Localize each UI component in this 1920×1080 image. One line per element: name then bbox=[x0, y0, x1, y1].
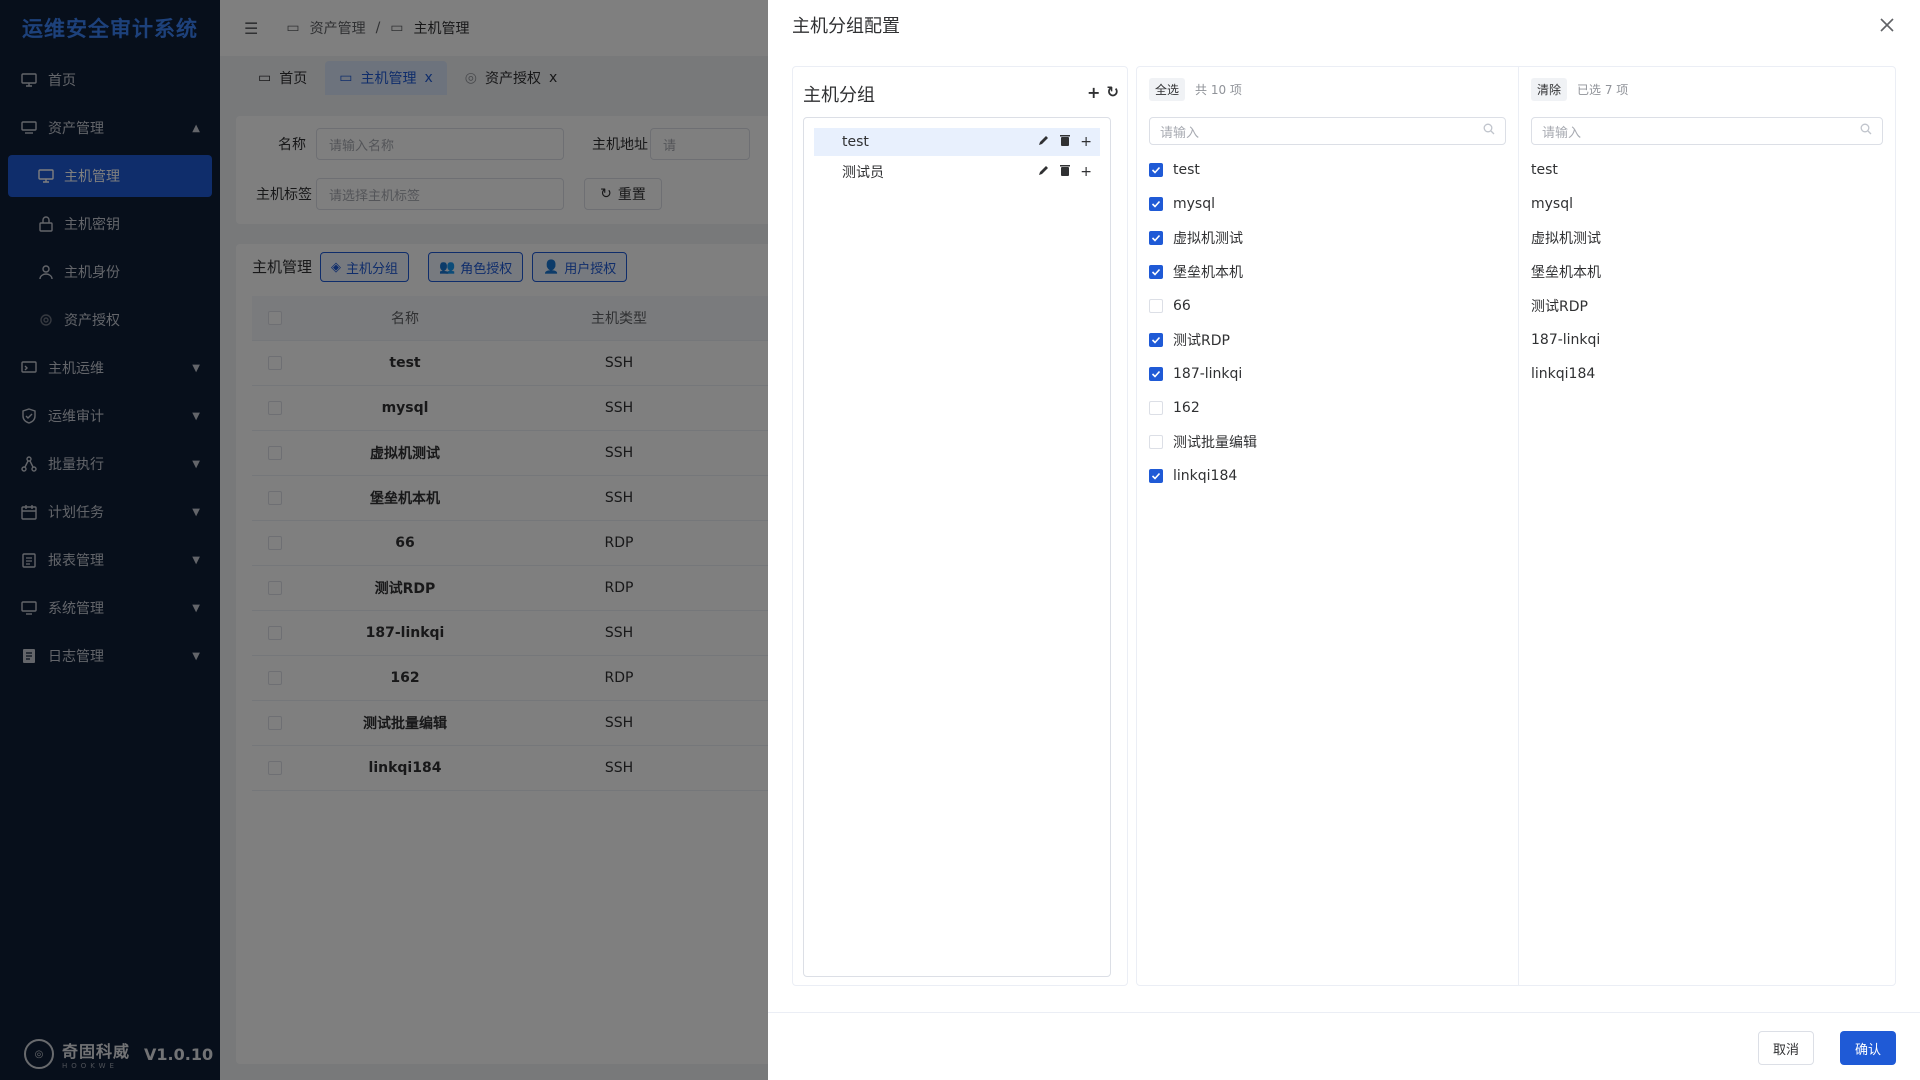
source-list-item[interactable]: 测试批量编辑 bbox=[1137, 425, 1518, 459]
clear-button[interactable]: 清除 bbox=[1531, 77, 1568, 101]
drawer-body: 主机分组 + ↻ test + 测试员 + 全选 共 10 项 请输入 test… bbox=[792, 66, 1896, 986]
target-list-item[interactable]: mysql bbox=[1519, 187, 1895, 221]
group-panel-title: 主机分组 bbox=[803, 85, 875, 106]
target-list-item[interactable]: 虚拟机测试 bbox=[1519, 221, 1895, 255]
add-child-icon[interactable]: + bbox=[1080, 164, 1092, 180]
group-tools: + ↻ bbox=[1087, 83, 1119, 102]
transfer-source: 全选 共 10 项 请输入 test mysql 虚拟机测试堡垒机本机 66 测试RDP… bbox=[1137, 67, 1519, 985]
source-list-item[interactable]: 162 bbox=[1137, 391, 1518, 425]
item-label: 测试RDP bbox=[1531, 299, 1588, 315]
edit-icon[interactable] bbox=[1038, 164, 1050, 180]
checkbox-checked[interactable] bbox=[1149, 333, 1163, 347]
checkbox-unchecked[interactable] bbox=[1149, 435, 1163, 449]
search-icon bbox=[1860, 123, 1872, 139]
source-list-item[interactable]: mysql bbox=[1137, 187, 1518, 221]
item-label: 测试RDP bbox=[1173, 333, 1230, 349]
drawer-title: 主机分组配置 bbox=[792, 16, 900, 37]
item-label: mysql bbox=[1531, 196, 1573, 212]
close-icon[interactable] bbox=[1878, 16, 1896, 34]
tree-node-actions: + bbox=[1038, 164, 1092, 180]
confirm-button[interactable]: 确认 bbox=[1840, 1031, 1896, 1065]
drawer-footer: 取消 确认 bbox=[768, 1012, 1920, 1080]
transfer-source-header: 全选 共 10 项 bbox=[1137, 67, 1518, 111]
source-list-item[interactable]: linkqi184 bbox=[1137, 459, 1518, 493]
host-group-drawer: 主机分组配置 主机分组 + ↻ test + 测试员 + 全选 共 10 项 请… bbox=[768, 0, 1920, 1080]
item-label: test bbox=[1173, 162, 1200, 178]
target-list-item[interactable]: 187-linkqi bbox=[1519, 323, 1895, 357]
target-list-item[interactable]: test bbox=[1519, 153, 1895, 187]
checkbox-checked[interactable] bbox=[1149, 265, 1163, 279]
item-label: 162 bbox=[1173, 400, 1200, 416]
item-label: 66 bbox=[1173, 298, 1191, 314]
source-list-item[interactable]: test bbox=[1137, 153, 1518, 187]
add-child-icon[interactable]: + bbox=[1080, 134, 1092, 150]
source-list: test mysql 虚拟机测试堡垒机本机 66 测试RDP 187-linkqi 162 测… bbox=[1137, 153, 1518, 493]
delete-icon[interactable] bbox=[1060, 164, 1071, 180]
item-label: 虚拟机测试 bbox=[1173, 231, 1243, 247]
target-list: test mysql 虚拟机测试堡垒机本机测试RDP 187-linkqi linkqi… bbox=[1519, 153, 1895, 391]
search-placeholder: 请输入 bbox=[1160, 125, 1200, 141]
cancel-button[interactable]: 取消 bbox=[1758, 1031, 1814, 1065]
item-label: 虚拟机测试 bbox=[1531, 231, 1601, 247]
transfer-target-header: 清除 已选 7 项 bbox=[1519, 67, 1895, 111]
checkbox-checked[interactable] bbox=[1149, 367, 1163, 381]
source-search-input[interactable]: 请输入 bbox=[1149, 117, 1506, 145]
tree-node[interactable]: test + bbox=[814, 128, 1100, 156]
target-count: 已选 7 项 bbox=[1577, 82, 1629, 97]
checkbox-unchecked[interactable] bbox=[1149, 401, 1163, 415]
target-list-item[interactable]: linkqi184 bbox=[1519, 357, 1895, 391]
item-label: 堡垒机本机 bbox=[1173, 265, 1243, 281]
item-label: 187-linkqi bbox=[1531, 332, 1601, 348]
source-list-item[interactable]: 187-linkqi bbox=[1137, 357, 1518, 391]
transfer-target: 清除 已选 7 项 请输入 test mysql 虚拟机测试堡垒机本机测试RDP 18… bbox=[1519, 67, 1895, 985]
add-group-icon[interactable]: + bbox=[1087, 83, 1100, 102]
item-label: test bbox=[1531, 162, 1558, 178]
edit-icon[interactable] bbox=[1038, 134, 1050, 150]
source-count: 共 10 项 bbox=[1195, 82, 1242, 97]
checkbox-checked[interactable] bbox=[1149, 163, 1163, 177]
item-label: linkqi184 bbox=[1173, 468, 1238, 484]
source-list-item[interactable]: 测试RDP bbox=[1137, 323, 1518, 357]
checkbox-checked[interactable] bbox=[1149, 469, 1163, 483]
tree-node-label: test bbox=[842, 134, 869, 150]
checkbox-checked[interactable] bbox=[1149, 231, 1163, 245]
drawer-header: 主机分组配置 bbox=[768, 0, 1920, 50]
delete-icon[interactable] bbox=[1060, 134, 1071, 150]
refresh-icon[interactable]: ↻ bbox=[1106, 83, 1119, 102]
search-icon bbox=[1483, 123, 1495, 139]
search-placeholder: 请输入 bbox=[1542, 125, 1582, 141]
item-label: 187-linkqi bbox=[1173, 366, 1243, 382]
target-search-input[interactable]: 请输入 bbox=[1531, 117, 1883, 145]
source-list-item[interactable]: 虚拟机测试 bbox=[1137, 221, 1518, 255]
target-list-item[interactable]: 测试RDP bbox=[1519, 289, 1895, 323]
item-label: linkqi184 bbox=[1531, 366, 1596, 382]
checkbox-checked[interactable] bbox=[1149, 197, 1163, 211]
host-transfer: 全选 共 10 项 请输入 test mysql 虚拟机测试堡垒机本机 66 测试RDP… bbox=[1136, 66, 1896, 986]
tree-node[interactable]: 测试员 + bbox=[814, 158, 1100, 186]
group-tree: test + 测试员 + bbox=[803, 117, 1111, 977]
source-list-item[interactable]: 堡垒机本机 bbox=[1137, 255, 1518, 289]
checkbox-unchecked[interactable] bbox=[1149, 299, 1163, 313]
source-list-item[interactable]: 66 bbox=[1137, 289, 1518, 323]
tree-node-label: 测试员 bbox=[842, 165, 884, 181]
item-label: 堡垒机本机 bbox=[1531, 265, 1601, 281]
target-list-item[interactable]: 堡垒机本机 bbox=[1519, 255, 1895, 289]
group-panel: 主机分组 + ↻ test + 测试员 + bbox=[792, 66, 1128, 986]
tree-node-actions: + bbox=[1038, 134, 1092, 150]
item-label: 测试批量编辑 bbox=[1173, 435, 1257, 451]
item-label: mysql bbox=[1173, 196, 1215, 212]
select-all-button[interactable]: 全选 bbox=[1149, 77, 1186, 101]
